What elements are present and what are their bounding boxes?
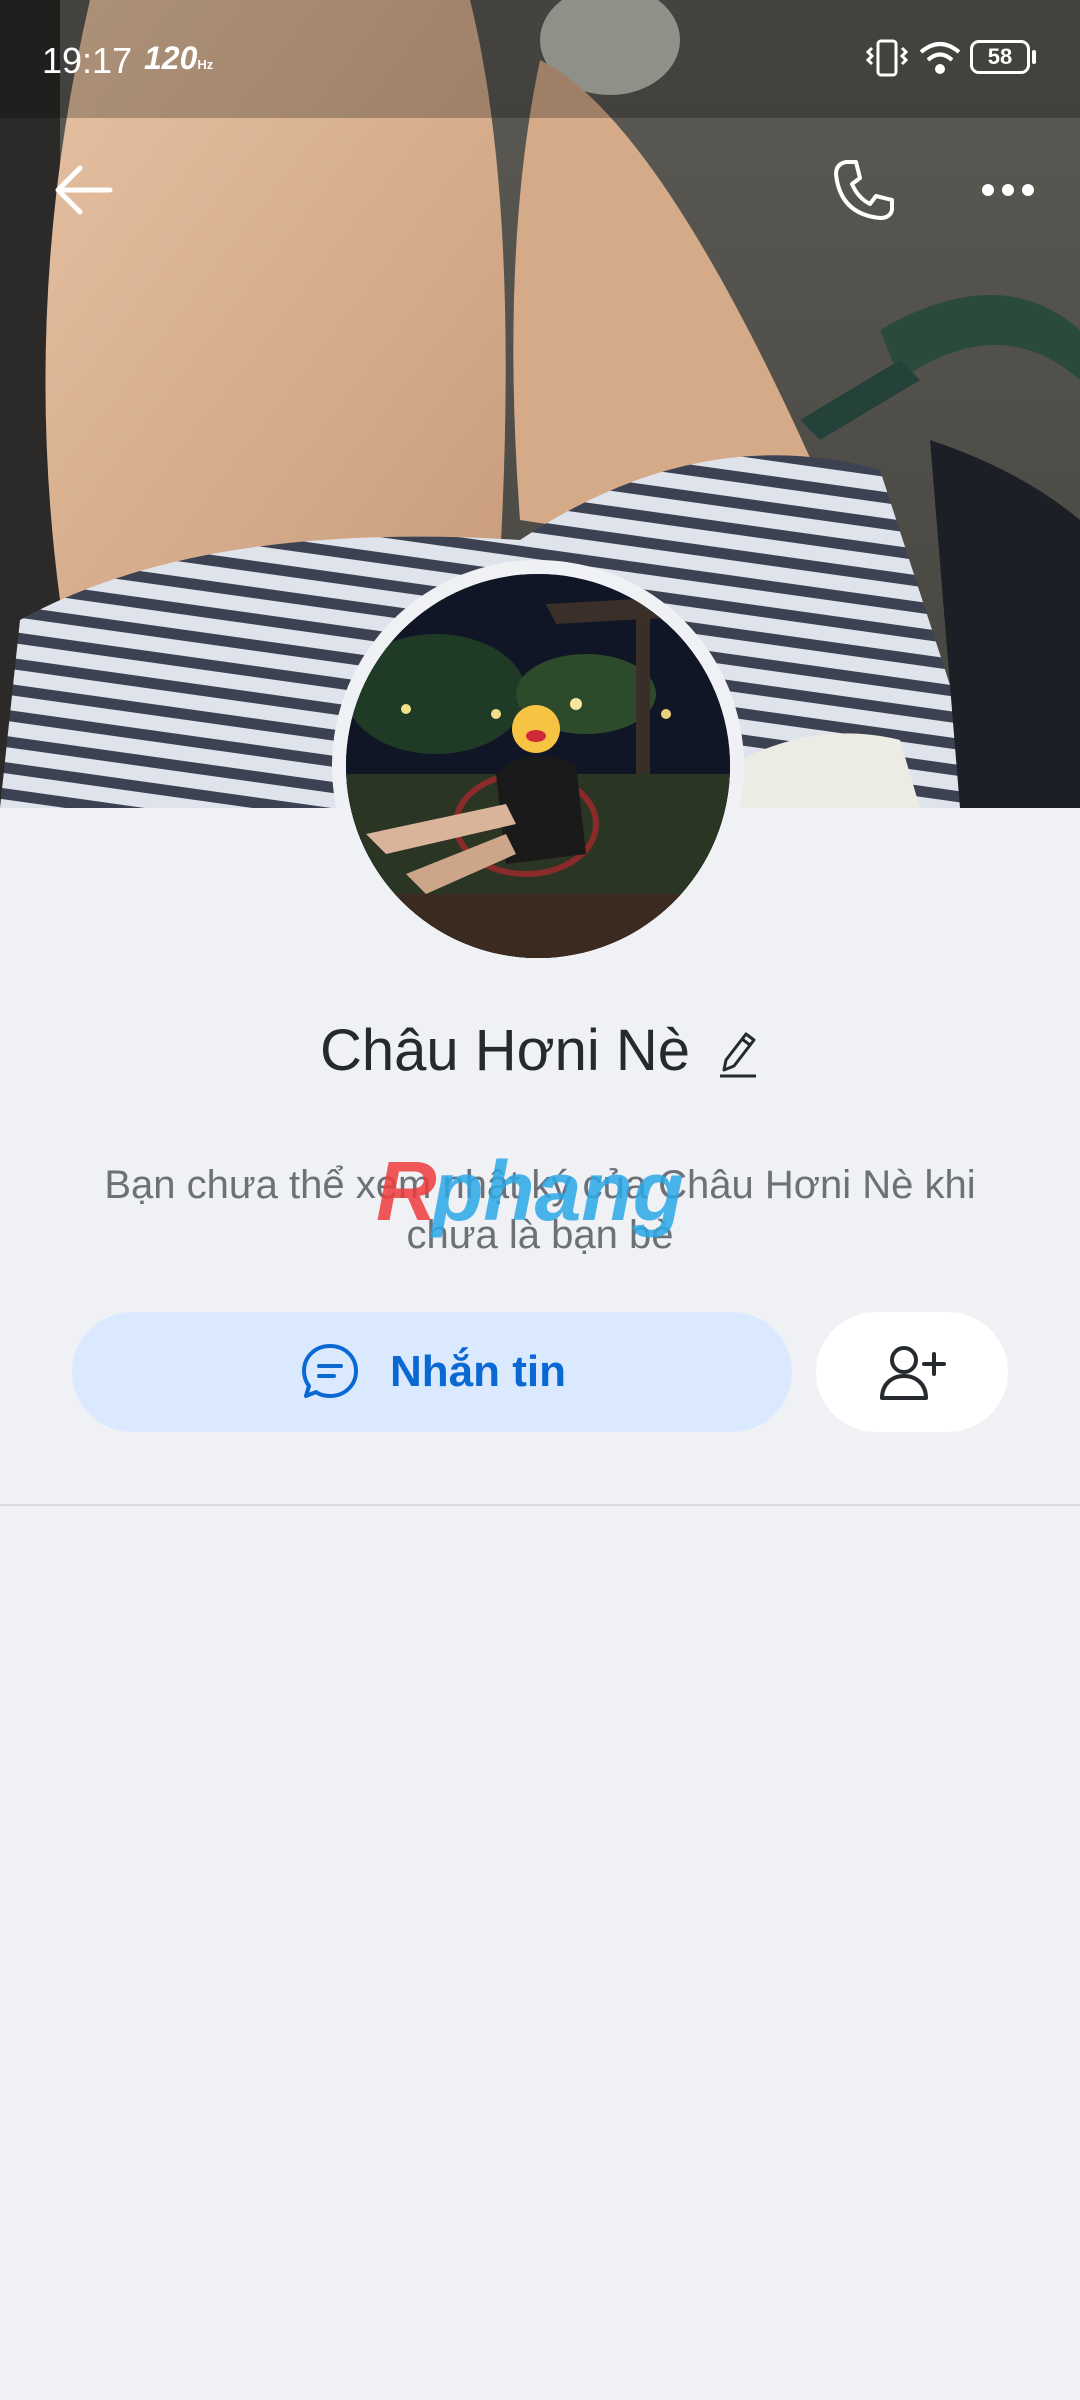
refresh-rate: 120Hz <box>144 40 214 76</box>
avatar[interactable] <box>346 574 730 958</box>
section-divider <box>0 1504 1080 1506</box>
pencil-edit-icon[interactable] <box>716 1026 760 1078</box>
message-button[interactable]: Nhắn tin <box>72 1312 792 1432</box>
vibrate-icon <box>866 39 908 77</box>
status-time: 19:17 <box>42 40 133 81</box>
more-button[interactable] <box>968 150 1048 230</box>
svg-text:R: R <box>376 1146 437 1238</box>
watermark-logo: R phang <box>376 1146 684 1238</box>
arrow-left-icon <box>55 165 113 215</box>
call-button[interactable] <box>824 150 904 230</box>
add-friend-icon <box>880 1346 946 1400</box>
wifi-icon <box>919 42 961 74</box>
battery-tip <box>1032 50 1036 64</box>
status-bar: 19:17 120Hz 58 <box>0 0 1080 118</box>
profile-name: Châu Hơni Nè <box>319 1017 691 1083</box>
message-button-label: Nhắn tin <box>390 1347 566 1396</box>
battery-indicator: 58 <box>970 40 1030 74</box>
phone-icon <box>834 160 894 220</box>
more-dots-icon <box>982 184 1034 196</box>
chat-bubble-icon <box>302 1344 358 1398</box>
profile-name-row: Châu Hơni Nè <box>0 1008 1080 1092</box>
back-button[interactable] <box>42 150 122 230</box>
add-friend-button[interactable] <box>816 1312 1008 1432</box>
svg-text:phang: phang <box>430 1146 684 1238</box>
